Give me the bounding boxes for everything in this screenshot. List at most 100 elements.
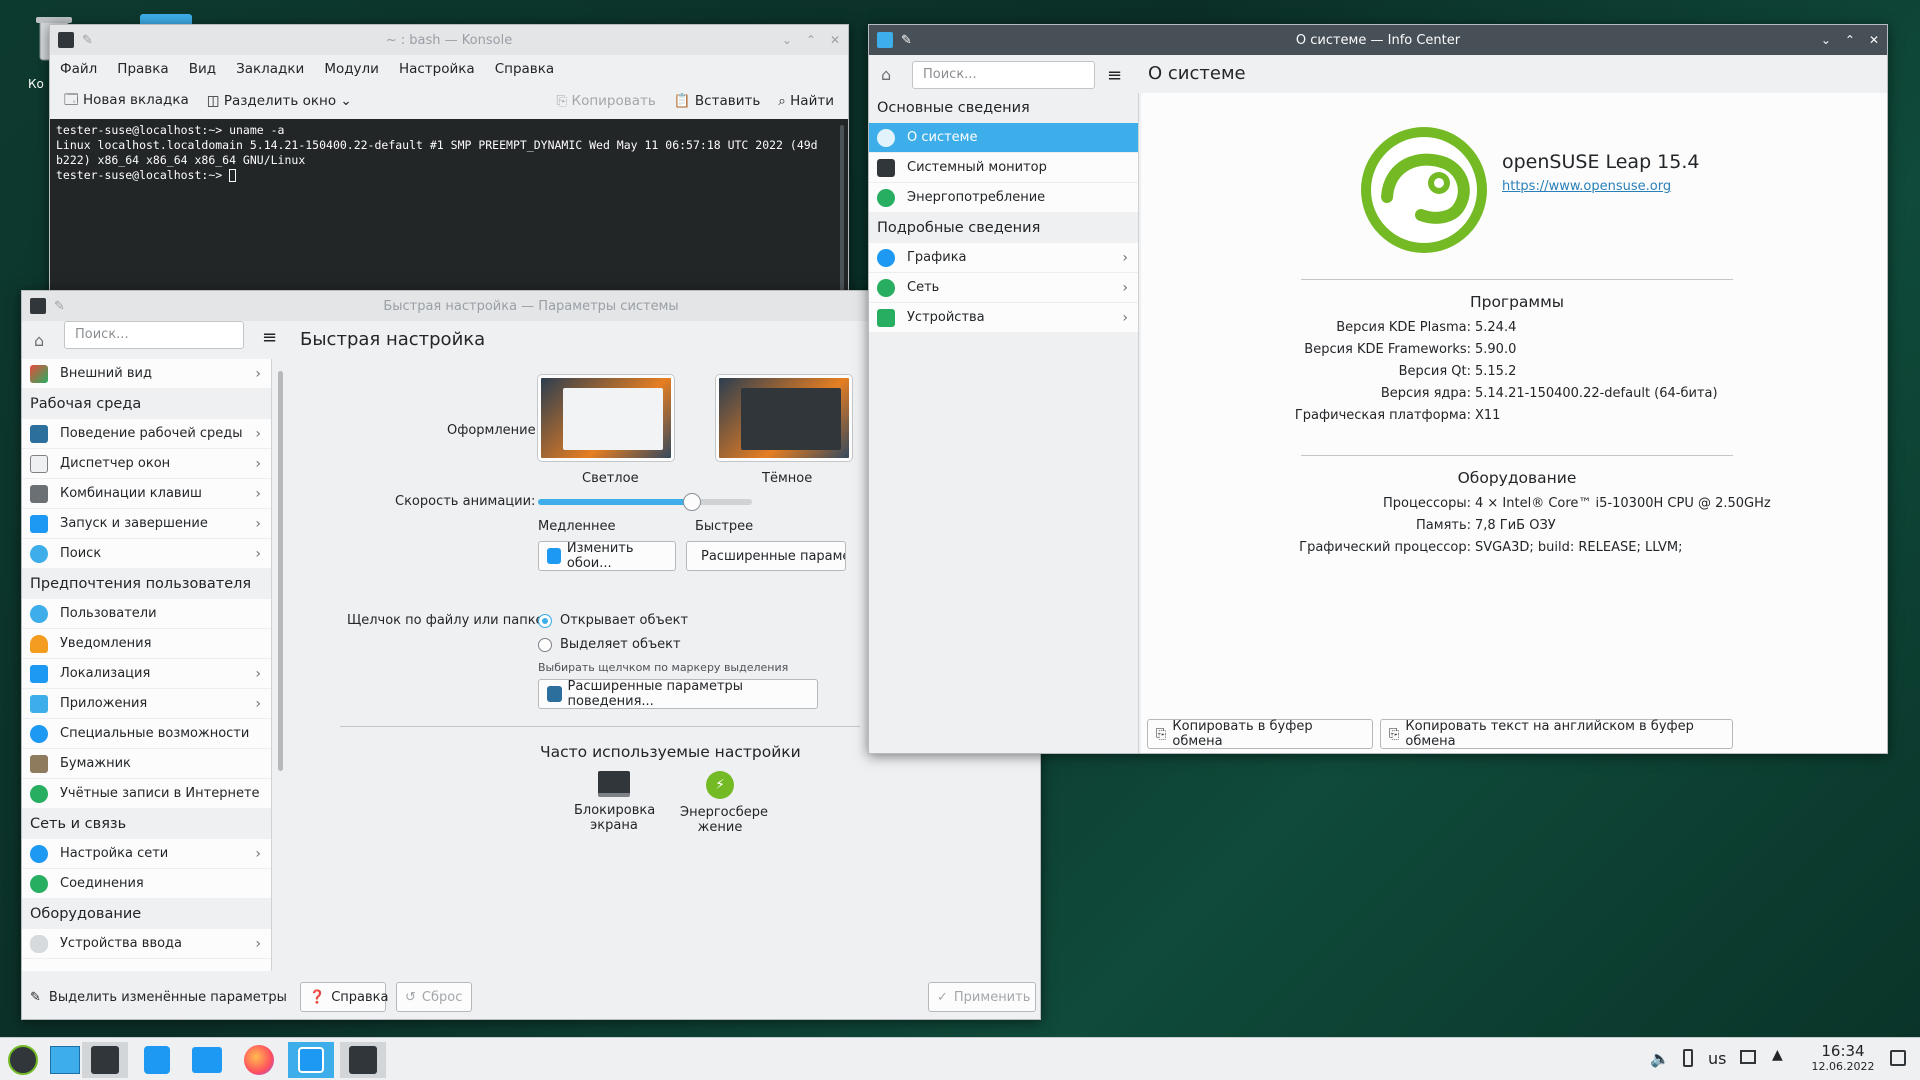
network-icon[interactable] (1740, 1050, 1756, 1064)
sidebar-item-network-settings[interactable]: Настройка сети › (22, 839, 271, 869)
sidebar-scrollbar[interactable] (278, 371, 283, 771)
find-button[interactable]: ⌕ Найти (778, 93, 834, 109)
sidebar-item-shortcuts[interactable]: Комбинации клавиш › (22, 479, 271, 509)
sidebar-item-window-manager[interactable]: Диспетчер окон › (22, 449, 271, 479)
sidebar-item-apps[interactable]: Приложения › (22, 689, 271, 719)
hamburger-menu-icon[interactable]: ≡ (1107, 65, 1122, 86)
menu-file[interactable]: Файл (60, 61, 97, 77)
advanced-behavior-button[interactable]: Расширенные параметры поведения... (538, 679, 818, 709)
sidebar-item-locale[interactable]: Локализация › (22, 659, 271, 689)
theme-light-label: Светлое (582, 471, 639, 486)
new-tab-button[interactable]: 🗔 Новая вкладка (64, 90, 189, 113)
menu-plugins[interactable]: Модули (324, 61, 379, 77)
task-settings[interactable] (82, 1042, 128, 1078)
clock-time[interactable]: 16:34 (1808, 1042, 1878, 1060)
sidebar-item-devices[interactable]: Устройства › (869, 303, 1138, 333)
task-dolphin[interactable] (184, 1042, 230, 1078)
battery-icon (877, 188, 895, 207)
app-launcher-button[interactable] (0, 1042, 46, 1078)
terminal-icon (349, 1046, 377, 1074)
frequent-power-saving[interactable]: ⚡ Энергосбере жение (680, 771, 768, 835)
close-icon[interactable]: ✕ (1869, 33, 1879, 47)
split-view-button[interactable]: ◫ Разделить окно ⌄ (207, 93, 352, 109)
change-wallpaper-button[interactable]: Изменить обои... (538, 541, 676, 571)
sidebar-item-graphics[interactable]: Графика › (869, 243, 1138, 273)
info-icon (877, 128, 895, 147)
click-hint: Выбирать щелчком по маркеру выделения (538, 661, 789, 674)
connections-icon (30, 874, 48, 893)
sidebar-item-connections[interactable]: Соединения (22, 869, 271, 899)
sidebar-item-about[interactable]: О системе (869, 123, 1138, 153)
task-konsole[interactable] (340, 1042, 386, 1078)
sidebar-header-workspace: Рабочая среда (22, 389, 271, 419)
sidebar-item-energy[interactable]: Энергопотребление (869, 183, 1138, 213)
sidebar-item-appearance[interactable]: Внешний вид › (22, 359, 271, 389)
menu-view[interactable]: Вид (189, 61, 216, 77)
workspace-icon (30, 424, 48, 443)
paste-button[interactable]: 📋 Вставить (674, 93, 760, 109)
reset-button[interactable]: ↺ Сброс (396, 982, 472, 1012)
theme-label: Оформление: (447, 423, 540, 438)
sidebar-item-network[interactable]: Сеть › (869, 273, 1138, 303)
keyboard-layout-indicator[interactable]: us (1708, 1049, 1726, 1068)
task-discover[interactable] (134, 1042, 180, 1078)
sidebar-item-accessibility[interactable]: Специальные возможности (22, 719, 271, 749)
pin-icon[interactable]: ✎ (901, 33, 912, 48)
sidebar-item-workspace-behavior[interactable]: Поведение рабочей среды › (22, 419, 271, 449)
konsole-titlebar[interactable]: ✎ ~ : bash — Konsole ⌄ ⌃ ✕ (50, 25, 848, 55)
slider-handle[interactable] (683, 493, 702, 511)
terminal-output[interactable]: tester-suse@localhost:~> uname -a Linux … (50, 119, 848, 313)
sidebar-item-notifications[interactable]: Уведомления (22, 629, 271, 659)
copy-clipboard-button[interactable]: ⎘ Копировать в буфер обмена (1147, 719, 1373, 749)
battery-icon[interactable] (1683, 1049, 1693, 1067)
maximize-icon[interactable]: ⌃ (1845, 33, 1855, 47)
sidebar-item-search[interactable]: Поиск › (22, 539, 271, 569)
search-icon: ⌕ (778, 93, 786, 109)
terminal-scrollbar[interactable] (840, 125, 844, 311)
task-firefox[interactable] (236, 1042, 282, 1078)
sidebar-item-users[interactable]: Пользователи (22, 599, 271, 629)
click-select-radio[interactable]: Выделяет объект (538, 637, 681, 652)
settings-search-input[interactable]: Поиск... (64, 321, 244, 349)
sidebar-item-wallet[interactable]: Бумажник (22, 749, 271, 779)
menu-edit[interactable]: Правка (117, 61, 168, 77)
menu-help[interactable]: Справка (495, 61, 554, 77)
maximize-icon[interactable]: ⌃ (806, 33, 816, 47)
infocenter-titlebar[interactable]: ✎ О системе — Info Center ⌄ ⌃ ✕ (869, 25, 1887, 55)
distro-url-link[interactable]: https://www.opensuse.org (1502, 179, 1671, 194)
apply-button[interactable]: ✓ Применить (928, 982, 1036, 1012)
task-infocenter[interactable] (288, 1042, 334, 1078)
advanced-appearance-button[interactable]: Расширенные параметры (686, 541, 846, 571)
menu-settings[interactable]: Настройка (399, 61, 475, 77)
infocenter-panel: openSUSE Leap 15.4 https://www.opensuse.… (1141, 93, 1887, 753)
hamburger-menu-icon[interactable]: ≡ (262, 327, 277, 348)
click-open-radio[interactable]: Открывает объект (538, 613, 688, 628)
sidebar-item-startup[interactable]: Запуск и завершение › (22, 509, 271, 539)
highlight-changed-button[interactable]: ✎ Выделить изменённые параметры (30, 983, 287, 1011)
sidebar-item-input-devices[interactable]: Устройства ввода › (22, 929, 271, 959)
settings-app-icon (91, 1046, 119, 1074)
minimize-icon[interactable]: ⌄ (1821, 33, 1831, 47)
sidebar-item-system-monitor[interactable]: Системный монитор (869, 153, 1138, 183)
close-icon[interactable]: ✕ (830, 33, 840, 47)
home-icon[interactable]: ⌂ (881, 65, 891, 84)
animation-speed-slider[interactable] (538, 493, 752, 511)
help-button[interactable]: ❓ Справка (300, 982, 388, 1012)
copy-english-button[interactable]: ⎘ Копировать текст на английском в буфер … (1380, 719, 1733, 749)
pin-icon[interactable]: ✎ (54, 299, 65, 314)
show-desktop-icon[interactable] (1890, 1050, 1906, 1066)
copy-button[interactable]: ⎘ Копировать (556, 93, 655, 109)
tray-expand-icon[interactable]: ▲ (1772, 1047, 1783, 1063)
infocenter-search-input[interactable]: Поиск... (912, 61, 1095, 89)
terminal-cursor (229, 169, 237, 182)
frequent-lock-screen[interactable]: Блокировка экрана (574, 771, 655, 833)
volume-icon[interactable]: 🔈 (1650, 1049, 1670, 1068)
pin-icon[interactable]: ✎ (82, 33, 93, 48)
home-icon[interactable]: ⌂ (34, 331, 44, 350)
sidebar-item-accounts[interactable]: Учётные записи в Интернете (22, 779, 271, 809)
menu-bookmarks[interactable]: Закладки (236, 61, 304, 77)
theme-light-preview[interactable] (538, 375, 674, 461)
minimize-icon[interactable]: ⌄ (782, 33, 792, 47)
theme-dark-preview[interactable] (716, 375, 852, 461)
hardware-header: Оборудование (1457, 469, 1577, 487)
